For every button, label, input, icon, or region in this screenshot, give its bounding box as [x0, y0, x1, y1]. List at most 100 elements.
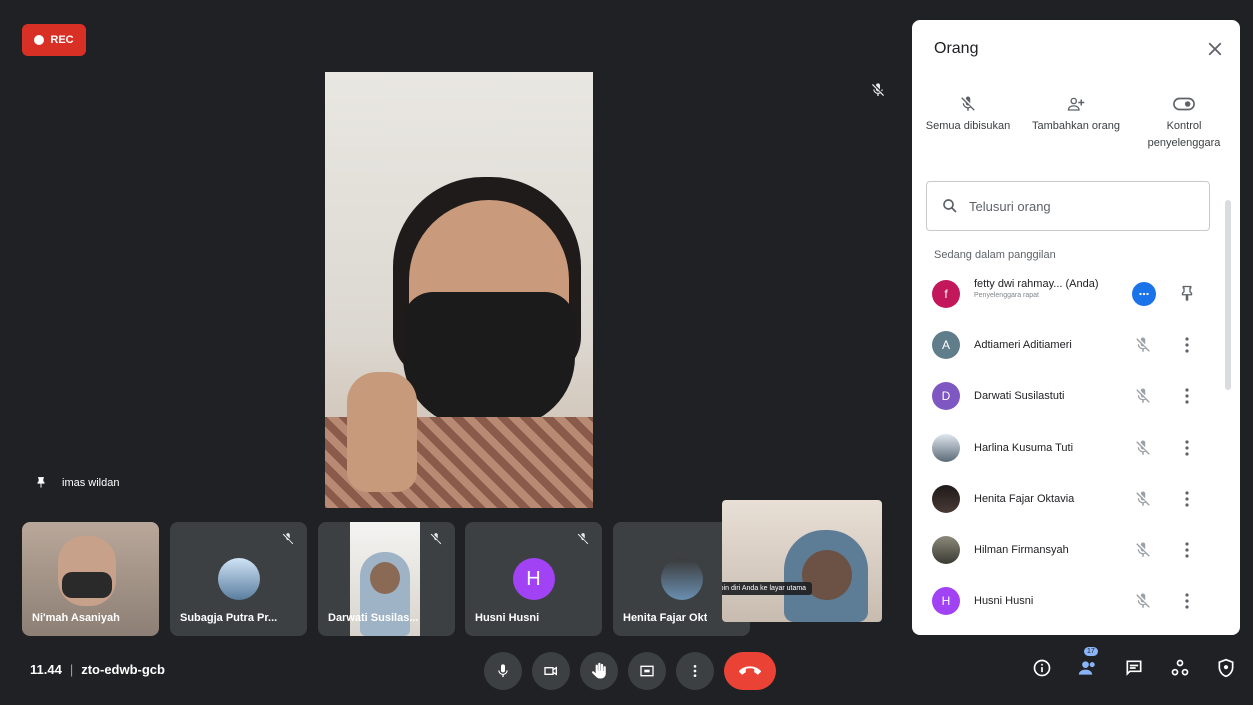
participant-tile[interactable]: H Husni Husni — [465, 522, 602, 636]
person-name: Adtiameri Aditiameri — [974, 338, 1072, 351]
meeting-separator: | — [69, 662, 74, 677]
list-item[interactable]: A Adtiameri Aditiameri — [912, 319, 1224, 370]
mic-off-icon — [577, 533, 589, 545]
more-vert-icon[interactable] — [1180, 336, 1194, 354]
avatar — [217, 558, 260, 600]
tile-name: Ni'mah Asaniyah — [32, 612, 120, 624]
people-panel: Orang Semua dibisukan Tambahkan orang Ko… — [912, 20, 1240, 635]
bottom-toolbar: 11.44 | zto-edwb-gcb 17 — [8, 646, 1245, 698]
avatar: A — [932, 330, 960, 359]
microphone-icon — [498, 664, 508, 677]
present-icon — [640, 665, 654, 677]
leave-call-button[interactable] — [724, 652, 776, 690]
call-controls — [484, 652, 776, 690]
search-people-input[interactable]: Telusuri orang — [926, 181, 1210, 231]
person-name: Henita Fajar Oktavia — [974, 492, 1075, 505]
hand-icon — [592, 662, 606, 679]
camera-button[interactable] — [532, 652, 570, 690]
mic-off-icon — [1136, 491, 1150, 506]
camera-icon — [544, 666, 557, 676]
avatar — [932, 536, 960, 565]
host-controls-action[interactable]: Kontrol penyelenggara — [1134, 90, 1234, 152]
main-speaker-video[interactable] — [325, 72, 593, 508]
person-name: fetty dwi rahmay... (Anda) — [974, 278, 1099, 290]
person-name: Harlina Kusuma Tuti — [974, 441, 1074, 454]
mic-off-icon — [282, 533, 294, 545]
action-label: Semua dibisukan — [925, 120, 1011, 132]
mic-off-icon — [1136, 337, 1150, 352]
presenter-name: imas wildan — [62, 477, 120, 489]
list-item[interactable]: Harlina Kusuma Tuti — [912, 422, 1224, 473]
more-options-button[interactable] — [676, 652, 714, 690]
participant-tile[interactable]: Darwati Susilas... — [318, 522, 455, 636]
list-item[interactable]: f fetty dwi rahmay... (Anda) Penyelengga… — [912, 268, 1224, 319]
mic-off-icon — [1136, 388, 1150, 403]
list-item[interactable]: D Darwati Susilastuti — [912, 371, 1224, 422]
host-controls-button[interactable] — [1214, 656, 1238, 680]
avatar — [660, 558, 703, 600]
search-placeholder: Telusuri orang — [969, 198, 1051, 214]
toggle-icon — [1173, 97, 1195, 111]
mic-off-icon — [872, 83, 884, 96]
mute-all-button[interactable]: Semua dibisukan — [918, 90, 1018, 152]
pin-tooltip: Pasang pin diri Anda ke layar utama — [722, 582, 813, 595]
action-label: Kontrol penyelenggara — [1147, 120, 1221, 149]
pin-icon — [37, 477, 45, 488]
participant-tile[interactable]: Ni'mah Asaniyah — [22, 522, 159, 636]
panel-title: Orang — [934, 40, 979, 57]
close-icon[interactable] — [1204, 38, 1226, 60]
participant-tile[interactable]: Subagja Putra Pr... — [170, 522, 307, 636]
add-people-button[interactable]: Tambahkan orang — [1026, 90, 1126, 152]
shield-icon — [1218, 658, 1234, 678]
section-label: Sedang dalam panggilan — [934, 249, 1056, 261]
more-vert-icon[interactable] — [1180, 592, 1194, 610]
search-icon — [943, 199, 957, 213]
recording-indicator: REC — [22, 24, 86, 56]
avatar: H — [512, 558, 555, 600]
avatar: H — [932, 587, 960, 616]
host-options-icon[interactable] — [1132, 281, 1156, 306]
people-list: f fetty dwi rahmay... (Anda) Penyelengga… — [912, 268, 1224, 627]
meeting-code: zto-edwb-gcb — [81, 662, 165, 677]
avatar: D — [932, 382, 960, 411]
panel-scrollbar[interactable] — [1224, 180, 1232, 630]
record-dot-icon — [34, 35, 45, 45]
meeting-details-button[interactable] — [1030, 656, 1054, 680]
side-controls: 17 — [1030, 647, 1238, 680]
activities-icon — [1171, 659, 1189, 676]
activities-button[interactable] — [1168, 656, 1192, 680]
mic-off-icon — [430, 533, 442, 545]
mic-off-icon — [1136, 440, 1150, 455]
person-role: Penyelenggara rapat — [974, 292, 1039, 299]
more-vert-icon[interactable] — [1180, 439, 1194, 457]
person-name: Husni Husni — [974, 595, 1034, 608]
more-vert-icon[interactable] — [1180, 541, 1194, 559]
more-vert-icon[interactable] — [1180, 490, 1194, 508]
mic-off-icon — [1136, 593, 1150, 609]
list-item[interactable]: Henita Fajar Oktavia — [912, 473, 1224, 524]
more-vert-icon[interactable] — [1180, 387, 1194, 405]
mic-off-icon — [961, 96, 975, 111]
meeting-info: 11.44 | zto-edwb-gcb — [30, 662, 165, 677]
info-icon — [1033, 659, 1051, 677]
avatar — [932, 484, 960, 513]
tile-name: Darwati Susilas... — [328, 612, 419, 624]
more-vert-icon — [693, 665, 697, 677]
tile-name: Subagja Putra Pr... — [180, 612, 278, 624]
people-button[interactable]: 17 — [1076, 647, 1100, 680]
pin-icon[interactable] — [1178, 285, 1196, 303]
list-item[interactable]: Hilman Firmansyah — [912, 524, 1224, 575]
meeting-time: 11.44 — [30, 662, 62, 677]
chat-button[interactable] — [1122, 656, 1146, 680]
list-item[interactable]: H Husni Husni — [912, 576, 1224, 627]
tile-name: Henita Fajar Okt — [623, 612, 708, 624]
recording-label: REC — [50, 34, 74, 46]
microphone-button[interactable] — [484, 652, 522, 690]
person-name: Hilman Firmansyah — [974, 544, 1069, 557]
raise-hand-button[interactable] — [580, 652, 618, 690]
participant-count-badge: 17 — [1084, 647, 1098, 656]
action-label: Tambahkan orang — [1031, 120, 1121, 132]
self-view-video[interactable]: Pasang pin diri Anda ke layar utama — [722, 500, 882, 622]
present-button[interactable] — [628, 652, 666, 690]
people-icon — [1078, 661, 1095, 675]
